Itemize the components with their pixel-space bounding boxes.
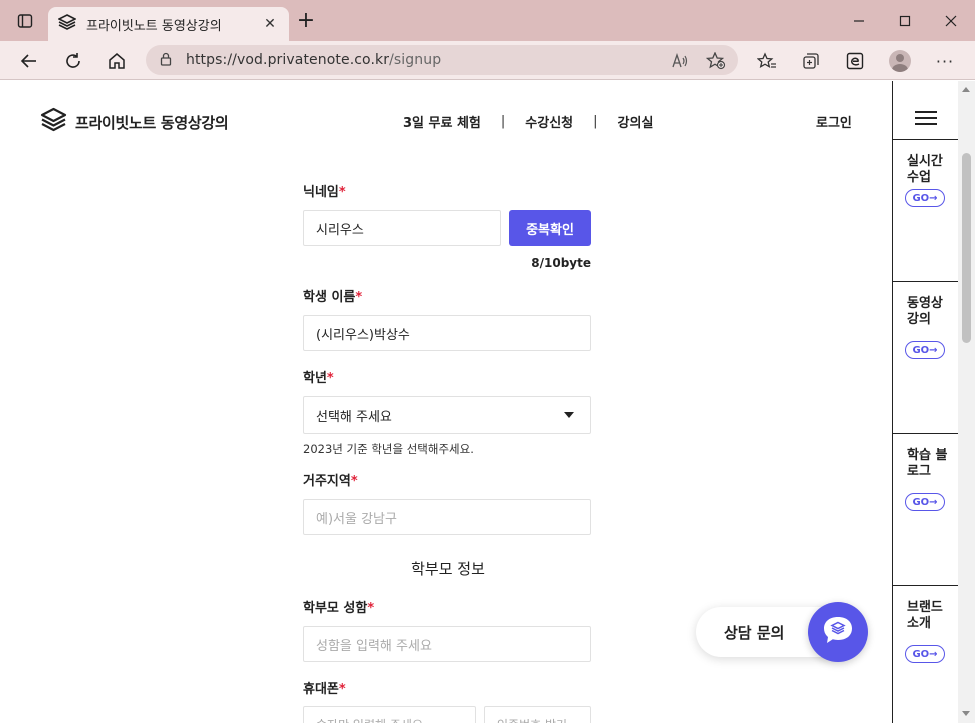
minimize-icon[interactable]	[836, 0, 882, 41]
required-mark: *	[350, 474, 358, 489]
logo-icon	[40, 107, 67, 137]
go-button[interactable]: GO →	[905, 189, 945, 207]
region-input[interactable]: 예)서울 강남구	[303, 499, 591, 535]
sidebar-item-brand-intro[interactable]: 브랜드 소개 GO →	[893, 585, 959, 723]
tab-title: 프라이빗노트 동영상강의	[86, 18, 222, 34]
phone-label: 휴대폰*	[303, 678, 346, 697]
verify-code-button[interactable]: 인증번호 받기	[484, 706, 591, 723]
chat-button[interactable]	[808, 602, 868, 662]
favorite-add-icon[interactable]	[704, 49, 728, 73]
sidebar-item-study-blog[interactable]: 학습 블로그 GO →	[893, 433, 959, 585]
nickname-label-text: 닉네임	[303, 185, 339, 200]
duplicate-check-button[interactable]: 중복확인	[509, 210, 591, 246]
read-aloud-icon[interactable]	[668, 49, 692, 73]
parent-name-label: 학부모 성함*	[303, 597, 374, 616]
active-tab[interactable]: 프라이빗노트 동영상강의 ✕	[48, 7, 289, 41]
window-close-icon[interactable]	[928, 0, 974, 41]
go-text: GO	[912, 192, 930, 204]
url-text[interactable]: https://vod.privatenote.co.kr/signup	[186, 52, 441, 68]
edge-icon[interactable]	[843, 49, 867, 73]
go-button[interactable]: GO →	[905, 493, 945, 511]
phone-label-text: 휴대폰	[303, 682, 339, 697]
hamburger-menu-icon[interactable]	[915, 111, 937, 129]
grade-select-value: 선택해 주세요	[316, 409, 392, 425]
maximize-icon[interactable]	[882, 0, 928, 41]
nav-free-trial[interactable]: 3일 무료 체험	[403, 112, 481, 131]
nav-separator: |	[593, 114, 598, 129]
page-content: 프라이빗노트 동영상강의 3일 무료 체험 | 수강신청 | 강의실 로그인 닉…	[0, 81, 892, 723]
required-mark: *	[355, 290, 363, 305]
required-mark: *	[338, 682, 346, 697]
favorites-icon[interactable]	[755, 49, 779, 73]
nickname-label: 닉네임*	[303, 181, 346, 200]
required-mark: *	[367, 601, 375, 616]
nav-classroom[interactable]: 강의실	[618, 112, 654, 131]
byte-counter: 8/10byte	[531, 256, 591, 270]
nickname-input[interactable]: 시리우스	[303, 210, 501, 246]
required-mark: *	[338, 185, 346, 200]
parent-section-title: 학부모 정보	[411, 560, 485, 578]
browser-toolbar: https://vod.privatenote.co.kr/signup ···	[0, 41, 975, 80]
profile-icon[interactable]	[888, 49, 912, 73]
chat-bubble-icon	[821, 614, 855, 650]
scroll-up-icon[interactable]	[962, 87, 970, 92]
sidebar-item-label: 동영상 강의	[907, 296, 943, 327]
quick-menu-sidebar: 실시간 수업 GO → 동영상 강의 GO → 학습 블로그 GO → 브랜드 소개 …	[892, 81, 959, 723]
sidebar-item-label: 실시간 수업	[907, 154, 943, 185]
nav-separator: |	[500, 114, 506, 129]
grade-label-text: 학년	[303, 371, 327, 386]
address-bar[interactable]: https://vod.privatenote.co.kr/signup	[146, 45, 738, 75]
sidebar-item-label: 브랜드 소개	[907, 600, 943, 631]
region-label: 거주지역*	[303, 470, 358, 489]
avatar	[889, 50, 911, 72]
nav-enroll[interactable]: 수강신청	[525, 112, 573, 131]
url-host: https://vod.privatenote.co.kr	[186, 52, 390, 68]
student-name-input[interactable]: (시리우스)박상수	[303, 315, 591, 351]
grade-label: 학년*	[303, 367, 334, 386]
refresh-icon[interactable]	[61, 49, 85, 73]
scroll-thumb[interactable]	[962, 153, 971, 343]
required-mark: *	[326, 371, 334, 386]
grade-select[interactable]: 선택해 주세요	[303, 396, 591, 434]
sidebar-item-video-lecture[interactable]: 동영상 강의 GO →	[893, 281, 959, 433]
tab-actions-icon[interactable]	[13, 9, 37, 33]
site-logo-icon	[57, 14, 77, 34]
more-icon[interactable]: ···	[933, 49, 957, 73]
home-icon[interactable]	[105, 49, 129, 73]
close-icon[interactable]: ✕	[261, 16, 279, 32]
brand-name: 프라이빗노트 동영상강의	[75, 113, 229, 132]
main-nav: 3일 무료 체험 | 수강신청 | 강의실	[403, 112, 653, 131]
go-text: GO	[912, 648, 930, 660]
go-button[interactable]: GO →	[905, 645, 945, 663]
caret-down-icon	[564, 412, 574, 418]
student-name-label-text: 학생 이름	[303, 290, 356, 305]
grade-hint: 2023년 기준 학년을 선택해주세요.	[303, 442, 474, 456]
sidebar-item-live-class[interactable]: 실시간 수업 GO →	[893, 139, 959, 281]
parent-name-input[interactable]: 성함을 입력해 주세요	[303, 626, 591, 662]
go-text: GO	[912, 344, 930, 356]
scroll-down-icon[interactable]	[962, 711, 970, 716]
login-link[interactable]: 로그인	[816, 112, 852, 131]
sidebar-item-label: 학습 블로그	[907, 448, 948, 479]
student-name-label: 학생 이름*	[303, 286, 362, 305]
plus-icon[interactable]: +	[295, 10, 317, 33]
url-path: /signup	[389, 52, 442, 68]
page-scrollbar[interactable]	[958, 81, 975, 723]
go-text: GO	[912, 496, 930, 508]
region-label-text: 거주지역	[303, 474, 351, 489]
browser-tab-bar: 프라이빗노트 동영상강의 ✕ +	[0, 0, 975, 41]
phone-input[interactable]: 숫자만 입력해 주세요	[303, 706, 476, 723]
back-icon[interactable]	[17, 49, 41, 73]
brand-logo[interactable]: 프라이빗노트 동영상강의	[40, 107, 229, 137]
go-button[interactable]: GO →	[905, 341, 945, 359]
parent-name-label-text: 학부모 성함	[303, 601, 368, 616]
collections-icon[interactable]	[799, 49, 823, 73]
lock-icon[interactable]	[160, 51, 172, 70]
